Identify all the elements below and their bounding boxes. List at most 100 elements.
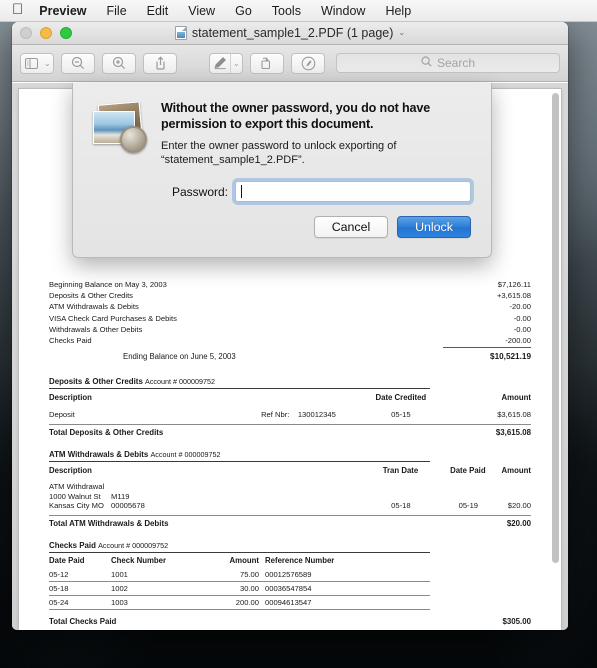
vertical-scrollbar[interactable] (552, 93, 559, 563)
column-header-tran-date: Tran Date (382, 466, 419, 476)
chevron-down-icon[interactable]: ⌄ (231, 54, 242, 73)
column-header-check-number: Check Number (111, 556, 167, 565)
summary-label: ATM Withdrawals & Debits (49, 302, 139, 312)
apple-logo-icon[interactable]:  (12, 2, 23, 19)
magnifier-loupe-icon (120, 126, 147, 153)
menu-item-file[interactable]: File (97, 4, 137, 18)
window-title-group: statement_sample1_2.PDF (1 page) ⌄ (12, 26, 568, 40)
minimize-button[interactable] (40, 27, 52, 39)
checks-heading-text: Checks Paid (49, 541, 96, 550)
summary-amount: +3,615.08 (497, 291, 531, 301)
summary-amount: -200.00 (505, 336, 531, 346)
checks-total-label: Total Checks Paid (49, 617, 117, 626)
summary-label: Withdrawals & Other Debits (49, 324, 143, 334)
rotate-button[interactable] (250, 52, 284, 74)
divider (443, 347, 531, 349)
column-header-date-credited: Date Credited (375, 393, 427, 403)
column-header-amount: Amount (229, 556, 259, 565)
column-header-date-paid: Date Paid (49, 556, 85, 565)
atm-column-headers: Description Tran Date Date Paid Amount (49, 465, 531, 476)
check-date-paid: 05-18 (49, 581, 111, 596)
magnifier-minus-icon (71, 56, 85, 70)
share-icon (154, 56, 167, 70)
chevron-down-icon[interactable]: ⌄ (42, 54, 53, 73)
password-dialog: Without the owner password, you do not h… (72, 83, 492, 258)
password-label: Password: (171, 184, 228, 199)
checks-header-row: Date Paid Check Number Amount Reference … (49, 556, 430, 568)
window-title: statement_sample1_2.PDF (1 page) (191, 26, 394, 40)
summary-row: VISA Check Card Purchases & Debits -0.00 (49, 313, 531, 324)
annotate-button[interactable] (291, 52, 325, 74)
maximize-button[interactable] (60, 27, 72, 39)
summary-label: VISA Check Card Purchases & Debits (49, 313, 177, 323)
check-number: 1001 (111, 568, 203, 582)
menu-item-go[interactable]: Go (225, 4, 262, 18)
atm-section: ATM Withdrawals & Debits Account # 00000… (49, 450, 531, 528)
check-reference: 00036547854 (265, 581, 430, 596)
atm-address-code: M119 (111, 491, 130, 501)
menu-item-view[interactable]: View (178, 4, 225, 18)
divider (49, 461, 430, 463)
deposits-section: Deposits & Other Credits Account # 00000… (49, 377, 531, 437)
column-header-amount: Amount (501, 393, 531, 403)
atm-address-street: 1000 Walnut St (49, 491, 101, 501)
summary-amount: -0.00 (513, 313, 531, 323)
menu-item-tools[interactable]: Tools (262, 4, 311, 18)
check-number: 1002 (111, 581, 203, 596)
menu-bar:  Preview File Edit View Go Tools Window… (0, 0, 597, 22)
zoom-out-button[interactable] (61, 52, 95, 74)
ending-balance-amount: $10,521.19 (490, 352, 531, 362)
menu-item-window[interactable]: Window (311, 4, 375, 18)
deposits-heading-text: Deposits & Other Credits (49, 377, 143, 387)
atm-description: ATM Withdrawal 1000 Walnut St M119 Kansas… (49, 482, 261, 511)
dialog-text-block: Without the owner password, you do not h… (161, 101, 471, 167)
summary-amount: -0.00 (513, 324, 531, 334)
zoom-in-button[interactable] (102, 52, 136, 74)
pen-icon (210, 54, 230, 73)
summary-row: Checks Paid -200.00 (49, 335, 531, 346)
summary-label: Beginning Balance on May 3, 2003 (49, 280, 167, 289)
deposits-total-amount: $3,615.08 (495, 428, 531, 438)
ending-balance-row: Ending Balance on June 5, 2003 $10,521.1… (49, 352, 531, 361)
atm-total-label: Total ATM Withdrawals & Debits (49, 519, 169, 528)
pdf-document-icon (174, 26, 187, 40)
check-amount: 200.00 (203, 595, 265, 610)
check-date-paid: 05-24 (49, 595, 111, 610)
share-button[interactable] (143, 52, 177, 74)
search-placeholder: Search (436, 56, 476, 70)
atm-tran-date: 05-18 (391, 501, 411, 510)
column-header-description: Description (49, 466, 92, 476)
check-number: 1003 (111, 595, 203, 610)
atm-date-paid: 05-19 (458, 501, 479, 510)
close-button[interactable] (20, 27, 32, 39)
window-title-bar[interactable]: statement_sample1_2.PDF (1 page) ⌄ (12, 22, 568, 45)
deposits-heading: Deposits & Other Credits Account # 00000… (49, 377, 531, 386)
dialog-header: Without the owner password, you do not h… (91, 101, 471, 167)
atm-heading-text: ATM Withdrawals & Debits (49, 450, 149, 460)
balance-summary: Beginning Balance on May 3, 2003 $7,126.… (49, 279, 531, 361)
deposit-date: 05-15 (391, 410, 411, 420)
menu-item-help[interactable]: Help (375, 4, 421, 18)
summary-row: Deposits & Other Credits +3,615.08 (49, 290, 531, 301)
sidebar-toggle-button[interactable]: ⌄ (20, 52, 54, 74)
checks-section: Checks Paid Account # 000009752 Date Pai… (49, 541, 531, 626)
menu-item-edit[interactable]: Edit (137, 4, 179, 18)
dialog-message: Enter the owner password to unlock expor… (161, 140, 397, 166)
summary-row: ATM Withdrawals & Debits -20.00 (49, 301, 531, 312)
wallpaper-tree (573, 594, 595, 660)
markup-tools-button[interactable]: ⌄ (209, 52, 243, 74)
unlock-button[interactable]: Unlock (397, 216, 471, 238)
check-reference: 00094613547 (265, 595, 430, 610)
menu-item-preview[interactable]: Preview (39, 4, 96, 18)
cancel-button[interactable]: Cancel (314, 216, 388, 238)
divider (49, 424, 531, 426)
checks-total-amount: $305.00 (502, 617, 531, 626)
search-input[interactable]: Search (336, 53, 560, 73)
divider (49, 388, 430, 390)
deposit-reference: Ref Nbr: 130012345 (261, 409, 367, 420)
ending-balance-label: Ending Balance on June 5, 2003 (123, 352, 236, 362)
window-controls (12, 27, 72, 39)
password-input[interactable] (235, 181, 471, 202)
chevron-down-icon[interactable]: ⌄ (398, 28, 405, 38)
table-row: 05-24 1003 200.00 00094613547 (49, 595, 430, 610)
